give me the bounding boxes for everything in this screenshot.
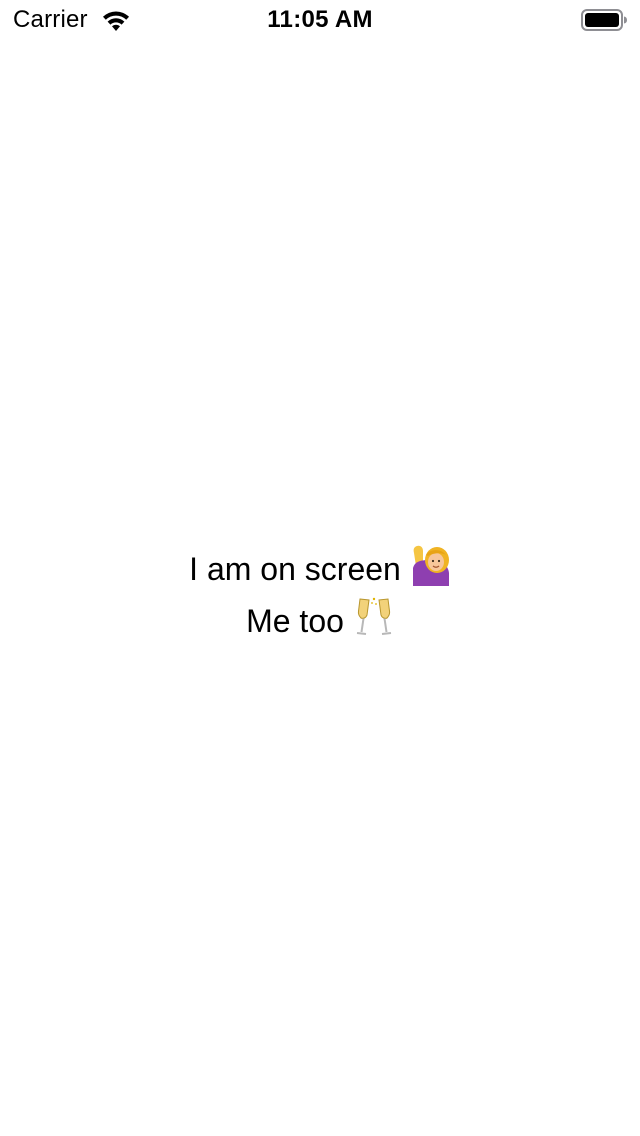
- clinking-glasses-emoji-icon: [354, 596, 394, 648]
- message-block: I am on screen Me too: [0, 544, 640, 648]
- status-time: 11:05 AM: [267, 6, 373, 33]
- message-line-2-text: Me too: [246, 603, 344, 639]
- message-line-2: Me too: [0, 596, 640, 648]
- battery-icon: [581, 8, 627, 32]
- message-line-1-text: I am on screen: [189, 551, 401, 587]
- message-line-1: I am on screen: [0, 544, 640, 596]
- person-raising-hand-emoji-icon: [411, 544, 451, 596]
- status-bar: Carrier 11:05 AM: [0, 0, 640, 40]
